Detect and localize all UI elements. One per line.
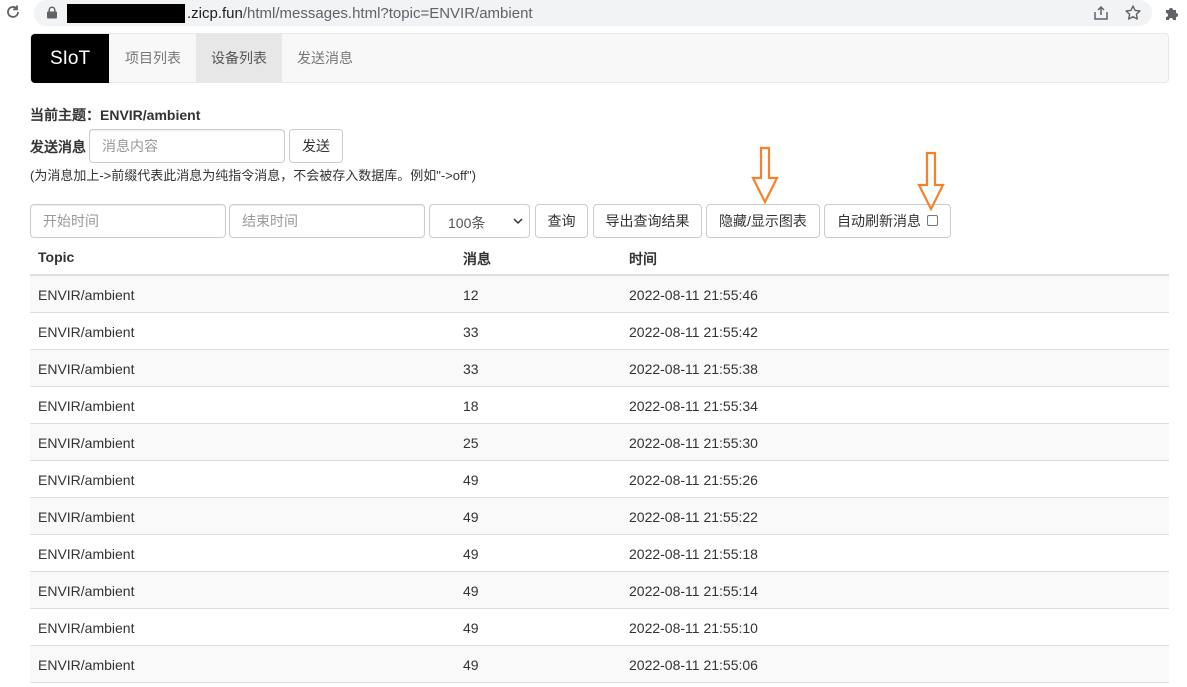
annotation-arrow-down-icon	[751, 146, 779, 204]
cell-time: 2022-08-11 21:55:06	[629, 657, 758, 673]
cell-topic: ENVIR/ambient	[38, 509, 135, 525]
navbar: SIoT 项目列表 设备列表 发送消息	[30, 33, 1169, 83]
cell-message: 49	[463, 620, 479, 636]
cell-time: 2022-08-11 21:55:10	[629, 620, 758, 636]
table-row: ENVIR/ambient 49 2022-08-11 21:55:22	[30, 498, 1169, 535]
end-time-input[interactable]	[229, 204, 425, 238]
cell-topic: ENVIR/ambient	[38, 657, 135, 673]
cell-message: 49	[463, 583, 479, 599]
cell-message: 49	[463, 657, 479, 673]
table-row: ENVIR/ambient 49 2022-08-11 21:55:26	[30, 461, 1169, 498]
current-topic-label: 当前主题：	[30, 107, 100, 123]
cell-message: 49	[463, 509, 479, 525]
column-header-topic: Topic	[38, 249, 75, 265]
table-row: ENVIR/ambient 18 2022-08-11 21:55:34	[30, 387, 1169, 424]
cell-time: 2022-08-11 21:55:18	[629, 546, 758, 562]
brand-logo[interactable]: SIoT	[31, 34, 109, 83]
cell-topic: ENVIR/ambient	[38, 620, 135, 636]
cell-topic: ENVIR/ambient	[38, 546, 135, 562]
cell-topic: ENVIR/ambient	[38, 398, 135, 414]
table-header: Topic 消息 时间	[30, 240, 1169, 276]
cell-message: 18	[463, 398, 479, 414]
browser-toolbar: .zicp.fun/html/messages.html?topic=ENVIR…	[0, 0, 1187, 28]
table-body: ENVIR/ambient 12 2022-08-11 21:55:46 ENVIR/…	[30, 276, 1169, 683]
send-button[interactable]: 发送	[289, 129, 343, 163]
messages-table: Topic 消息 时间 ENVIR/ambient 12 2022-08-11 21…	[30, 240, 1169, 683]
command-prefix-hint: (为消息加上->前缀代表此消息为纯指令消息，不会被存入数据库。例如"->off"…	[30, 168, 476, 183]
query-button[interactable]: 查询	[535, 204, 588, 238]
url-domain: .zicp.fun	[187, 5, 243, 22]
cell-topic: ENVIR/ambient	[38, 287, 135, 303]
auto-refresh-checkbox[interactable]	[927, 215, 938, 226]
chevron-down-icon	[513, 218, 523, 225]
cell-message: 49	[463, 546, 479, 562]
toggle-chart-button[interactable]: 隐藏/显示图表	[706, 204, 820, 238]
current-topic-value: ENVIR/ambient	[100, 107, 201, 123]
cell-time: 2022-08-11 21:55:30	[629, 435, 758, 451]
column-header-time: 时间	[629, 251, 657, 267]
limit-select-value: 100条	[448, 215, 486, 231]
table-row: ENVIR/ambient 33 2022-08-11 21:55:38	[30, 350, 1169, 387]
cell-message: 49	[463, 472, 479, 488]
start-time-input[interactable]	[30, 204, 226, 238]
url-path: /html/messages.html?topic=ENVIR/ambient	[242, 5, 533, 22]
table-row: ENVIR/ambient 49 2022-08-11 21:55:14	[30, 572, 1169, 609]
share-icon[interactable]	[1092, 4, 1110, 22]
export-results-button[interactable]: 导出查询结果	[593, 204, 702, 238]
cell-topic: ENVIR/ambient	[38, 435, 135, 451]
current-topic: 当前主题：ENVIR/ambient	[30, 105, 200, 125]
table-row: ENVIR/ambient 25 2022-08-11 21:55:30	[30, 424, 1169, 461]
nav-item-projects[interactable]: 项目列表	[110, 34, 196, 83]
cell-time: 2022-08-11 21:55:22	[629, 509, 758, 525]
table-row: ENVIR/ambient 49 2022-08-11 21:55:06	[30, 646, 1169, 683]
reload-icon[interactable]	[4, 3, 22, 21]
address-bar[interactable]: .zicp.fun/html/messages.html?topic=ENVIR…	[34, 0, 1152, 26]
table-row: ENVIR/ambient 12 2022-08-11 21:55:46	[30, 276, 1169, 313]
nav-item-send-message[interactable]: 发送消息	[282, 34, 368, 83]
cell-message: 25	[463, 435, 479, 451]
cell-topic: ENVIR/ambient	[38, 583, 135, 599]
message-content-input[interactable]	[89, 129, 285, 163]
send-message-label: 发送消息	[30, 139, 86, 155]
nav-item-devices[interactable]: 设备列表	[196, 34, 282, 83]
cell-time: 2022-08-11 21:55:46	[629, 287, 758, 303]
cell-message: 33	[463, 324, 479, 340]
bookmark-star-icon[interactable]	[1124, 4, 1142, 22]
cell-time: 2022-08-11 21:55:14	[629, 583, 758, 599]
url-text: .zicp.fun/html/messages.html?topic=ENVIR…	[187, 4, 533, 23]
extensions-puzzle-icon[interactable]	[1163, 4, 1181, 22]
cell-topic: ENVIR/ambient	[38, 472, 135, 488]
cell-message: 33	[463, 361, 479, 377]
lock-icon[interactable]	[46, 6, 58, 19]
cell-topic: ENVIR/ambient	[38, 324, 135, 340]
limit-select[interactable]: 100条	[429, 204, 530, 238]
annotation-arrow-down-icon	[917, 151, 945, 211]
table-row: ENVIR/ambient 49 2022-08-11 21:55:10	[30, 609, 1169, 646]
cell-time: 2022-08-11 21:55:26	[629, 472, 758, 488]
redacted-domain	[67, 4, 185, 23]
auto-refresh-label: 自动刷新消息	[837, 213, 921, 229]
column-header-message: 消息	[463, 251, 491, 267]
cell-topic: ENVIR/ambient	[38, 361, 135, 377]
cell-time: 2022-08-11 21:55:38	[629, 361, 758, 377]
table-row: ENVIR/ambient 49 2022-08-11 21:55:18	[30, 535, 1169, 572]
cell-time: 2022-08-11 21:55:42	[629, 324, 758, 340]
cell-message: 12	[463, 287, 479, 303]
cell-time: 2022-08-11 21:55:34	[629, 398, 758, 414]
table-row: ENVIR/ambient 33 2022-08-11 21:55:42	[30, 313, 1169, 350]
